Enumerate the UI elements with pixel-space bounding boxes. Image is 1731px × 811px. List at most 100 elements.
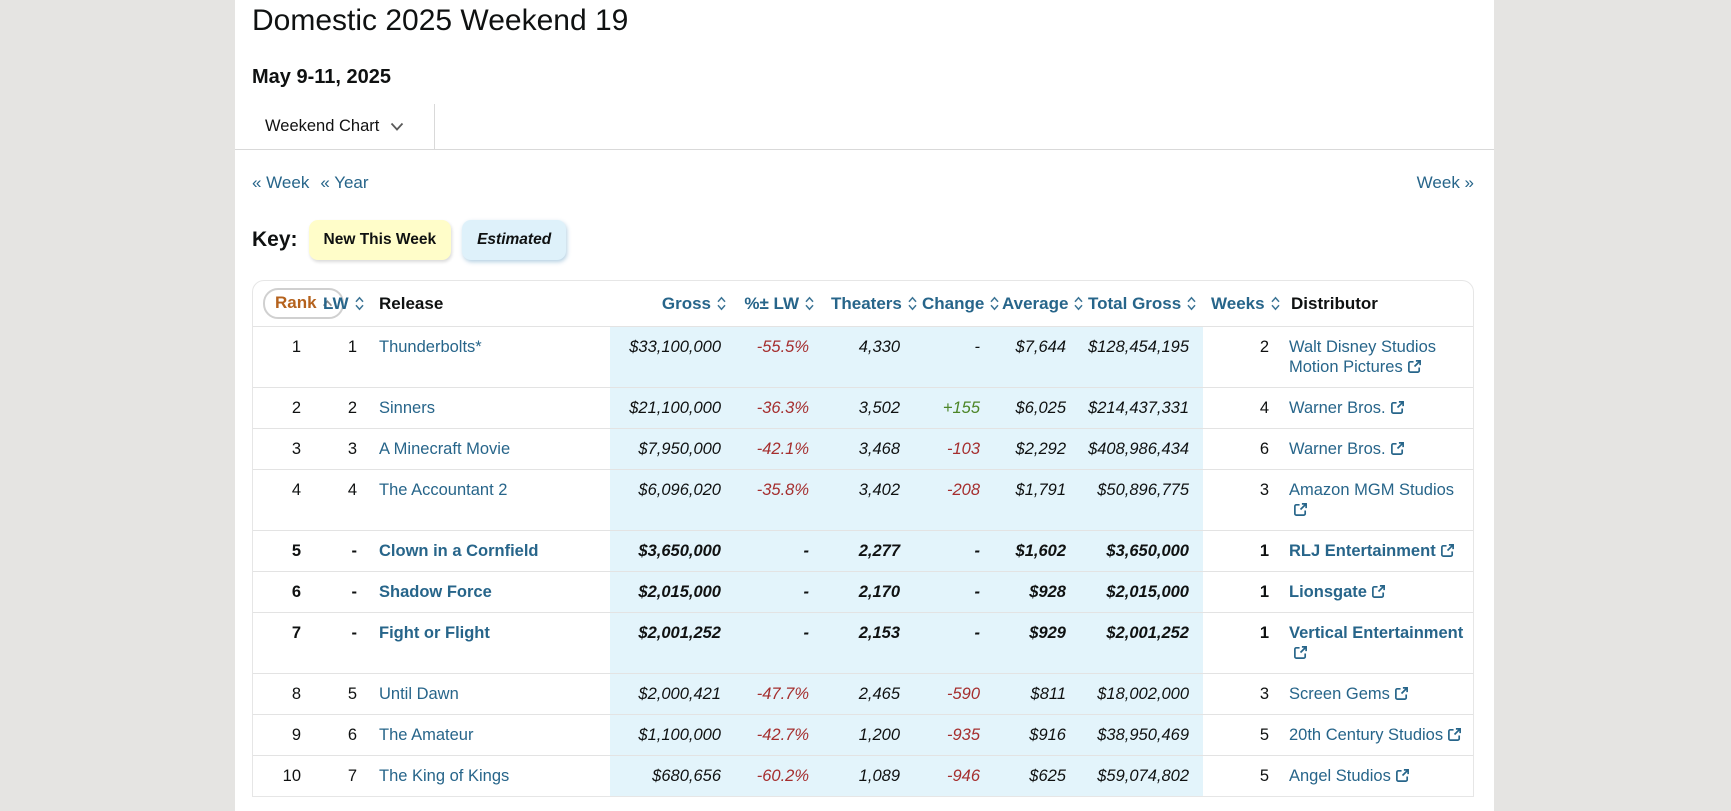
sort-link-total-gross[interactable]: Total Gross	[1088, 294, 1197, 313]
table-row: 11Thunderbolts*$33,100,000-55.5%4,330-$7…	[253, 327, 1474, 388]
cell-lw: 2	[315, 388, 371, 429]
cell-pct-lw: -36.3%	[735, 388, 823, 429]
distributor-link[interactable]: RLJ Entertainment	[1289, 542, 1455, 560]
cell-change: -	[914, 531, 994, 572]
sort-link-lw[interactable]: LW	[323, 294, 365, 313]
cell-lw: -	[315, 572, 371, 613]
external-link-icon	[1440, 543, 1455, 558]
cell-weeks: 4	[1203, 388, 1283, 429]
release-link[interactable]: The Accountant 2	[379, 481, 507, 499]
table-row: 33A Minecraft Movie$7,950,000-42.1%3,468…	[253, 429, 1474, 470]
value: -	[975, 583, 981, 601]
column-label: Release	[379, 294, 443, 313]
value: -	[975, 624, 981, 642]
external-link-icon	[1394, 686, 1409, 701]
release-link[interactable]: Until Dawn	[379, 685, 459, 703]
column-label: Distributor	[1291, 294, 1378, 313]
value: -55.5%	[757, 338, 809, 356]
release-link[interactable]: Thunderbolts*	[379, 338, 482, 356]
cell-total-gross: $2,015,000	[1080, 572, 1203, 613]
cell-gross: $3,650,000	[610, 531, 735, 572]
cell-theaters: 3,502	[823, 388, 914, 429]
cell-lw: 1	[315, 327, 371, 388]
table-row: 107The King of Kings$680,656-60.2%1,089-…	[253, 756, 1474, 797]
cell-pct-lw: -55.5%	[735, 327, 823, 388]
release-link[interactable]: Sinners	[379, 399, 435, 417]
cell-total-gross: $128,454,195	[1080, 327, 1203, 388]
next-week-link[interactable]: Week »	[1417, 173, 1474, 193]
cell-distributor: RLJ Entertainment	[1283, 531, 1474, 572]
cell-theaters: 2,153	[823, 613, 914, 674]
cell-total-gross: $38,950,469	[1080, 715, 1203, 756]
value: -36.3%	[757, 399, 809, 417]
sort-link-theaters[interactable]: Theaters	[831, 294, 918, 313]
release-link[interactable]: The King of Kings	[379, 767, 509, 785]
sort-icon	[1270, 296, 1281, 311]
release-link[interactable]: Shadow Force	[379, 583, 492, 601]
distributor-link[interactable]: Warner Bros.	[1289, 440, 1405, 458]
key-label: Key:	[252, 228, 298, 252]
sort-link-average[interactable]: Average	[1002, 294, 1084, 313]
table-row: 96The Amateur$1,100,000-42.7%1,200-935$9…	[253, 715, 1474, 756]
value: -60.2%	[757, 767, 809, 785]
cell-theaters: 1,200	[823, 715, 914, 756]
column-header-weeks: Weeks	[1203, 281, 1283, 327]
cell-average: $1,791	[994, 470, 1080, 531]
key-badge-estimated: Estimated	[462, 220, 566, 260]
distributor-link[interactable]: 20th Century Studios	[1289, 726, 1462, 744]
cell-theaters: 2,465	[823, 674, 914, 715]
cell-lw: 4	[315, 470, 371, 531]
column-header-release: Release	[371, 281, 610, 327]
cell-average: $929	[994, 613, 1080, 674]
sort-link-change[interactable]: Change	[922, 294, 1000, 313]
cell-release: The Amateur	[371, 715, 610, 756]
distributor-link[interactable]: Vertical Entertainment	[1289, 624, 1463, 662]
distributor-link[interactable]: Amazon MGM Studios	[1289, 481, 1454, 519]
cell-change: -590	[914, 674, 994, 715]
prev-week-link[interactable]: « Week	[252, 173, 309, 193]
cell-lw: 3	[315, 429, 371, 470]
cell-total-gross: $50,896,775	[1080, 470, 1203, 531]
distributor-link[interactable]: Lionsgate	[1289, 583, 1386, 601]
release-link[interactable]: Clown in a Cornfield	[379, 542, 539, 560]
release-link[interactable]: Fight or Flight	[379, 624, 490, 642]
cell-rank: 9	[253, 715, 315, 756]
distributor-link[interactable]: Warner Bros.	[1289, 399, 1405, 417]
sort-icon	[989, 296, 1000, 311]
sort-link-gross[interactable]: Gross	[662, 294, 727, 313]
prev-year-link[interactable]: « Year	[320, 173, 368, 193]
distributor-link[interactable]: Walt Disney Studios Motion Pictures	[1289, 338, 1436, 376]
cell-rank: 1	[253, 327, 315, 388]
cell-rank: 3	[253, 429, 315, 470]
cell-gross: $2,001,252	[610, 613, 735, 674]
page-title: Domestic 2025 Weekend 19	[252, 0, 1474, 39]
cell-theaters: 3,468	[823, 429, 914, 470]
distributor-link[interactable]: Screen Gems	[1289, 685, 1409, 703]
distributor-link[interactable]: Angel Studios	[1289, 767, 1410, 785]
chart-type-dropdown[interactable]: Weekend Chart	[235, 104, 435, 149]
cell-theaters: 1,089	[823, 756, 914, 797]
release-link[interactable]: A Minecraft Movie	[379, 440, 510, 458]
cell-release: Thunderbolts*	[371, 327, 610, 388]
cell-weeks: 3	[1203, 470, 1283, 531]
cell-average: $1,602	[994, 531, 1080, 572]
cell-theaters: 3,402	[823, 470, 914, 531]
chart-selector-bar: Weekend Chart	[235, 104, 1494, 150]
release-link[interactable]: The Amateur	[379, 726, 473, 744]
sort-link-pct-lw[interactable]: %± LW	[744, 294, 815, 313]
cell-pct-lw: -	[735, 613, 823, 674]
cell-gross: $2,000,421	[610, 674, 735, 715]
sort-icon	[1186, 296, 1197, 311]
external-link-icon	[1371, 584, 1386, 599]
table-row: 85Until Dawn$2,000,421-47.7%2,465-590$81…	[253, 674, 1474, 715]
value: -	[975, 542, 981, 560]
external-link-icon	[1390, 441, 1405, 456]
cell-distributor: 20th Century Studios	[1283, 715, 1474, 756]
sort-icon	[354, 296, 365, 311]
sort-icon	[1073, 296, 1084, 311]
cell-gross: $7,950,000	[610, 429, 735, 470]
cell-lw: 7	[315, 756, 371, 797]
sort-icon	[804, 296, 815, 311]
sort-link-weeks[interactable]: Weeks	[1211, 294, 1281, 313]
cell-change: -208	[914, 470, 994, 531]
